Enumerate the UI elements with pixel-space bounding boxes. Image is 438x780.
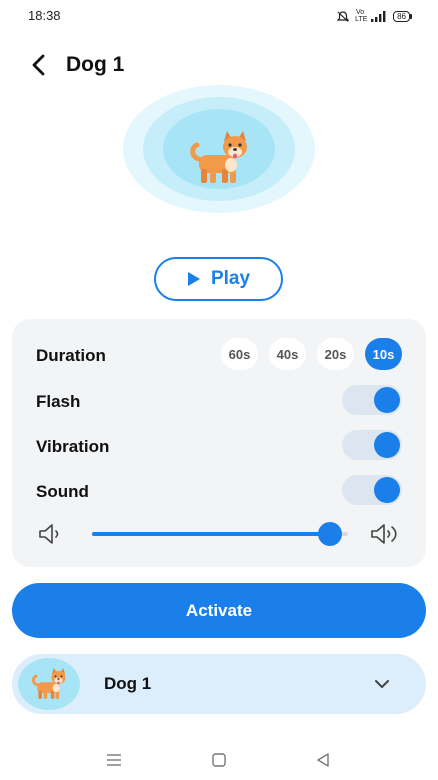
volume-slider-fill bbox=[92, 532, 331, 536]
dog-icon bbox=[190, 131, 247, 183]
network-label: Vo LTE bbox=[355, 9, 368, 23]
flash-toggle[interactable] bbox=[342, 385, 402, 415]
flash-toggle-knob bbox=[374, 387, 400, 413]
selector-avatar bbox=[18, 658, 80, 710]
vibration-toggle[interactable] bbox=[342, 430, 402, 460]
home-nav-button[interactable] bbox=[209, 750, 229, 770]
settings-card: Duration 60s 40s 20s 10s Flash Vibration… bbox=[12, 319, 426, 567]
battery-icon: 86 bbox=[393, 10, 412, 22]
play-button[interactable]: Play bbox=[154, 257, 283, 301]
duration-option-60s[interactable]: 60s bbox=[221, 338, 258, 370]
selector-label: Dog 1 bbox=[104, 674, 152, 693]
duration-options: 60s 40s 20s 10s bbox=[221, 338, 402, 370]
activate-button[interactable]: Activate bbox=[12, 583, 426, 638]
hero-illustration bbox=[123, 85, 315, 213]
system-nav-bar bbox=[0, 740, 438, 780]
volume-high-icon[interactable] bbox=[370, 523, 402, 545]
play-label: Play bbox=[210, 268, 251, 289]
sound-selector[interactable]: Dog 1 bbox=[12, 654, 426, 714]
menu-icon bbox=[107, 754, 121, 766]
menu-nav-button[interactable] bbox=[104, 750, 124, 770]
duration-option-40s[interactable]: 40s bbox=[269, 338, 306, 370]
duration-option-20s[interactable]: 20s bbox=[317, 338, 354, 370]
header: Dog 1 bbox=[0, 45, 438, 85]
signal-icon bbox=[371, 10, 386, 22]
chevron-down-icon[interactable] bbox=[374, 676, 390, 692]
sound-toggle[interactable] bbox=[342, 475, 402, 505]
back-nav-button[interactable] bbox=[313, 750, 333, 770]
vibration-label: Vibration bbox=[36, 437, 110, 456]
volume-low-icon[interactable] bbox=[38, 523, 66, 545]
sound-label: Sound bbox=[36, 482, 89, 501]
play-icon bbox=[187, 272, 200, 286]
back-triangle-icon bbox=[317, 753, 329, 767]
back-button[interactable] bbox=[22, 49, 54, 81]
home-square-icon bbox=[212, 753, 226, 767]
vibration-toggle-knob bbox=[374, 432, 400, 458]
duration-label: Duration bbox=[36, 346, 106, 365]
status-icons: Vo LTE 86 bbox=[337, 9, 412, 23]
volume-slider[interactable] bbox=[92, 522, 348, 546]
mute-icon bbox=[337, 10, 350, 22]
back-arrow-icon bbox=[32, 54, 45, 76]
flash-label: Flash bbox=[36, 392, 81, 411]
sound-toggle-knob bbox=[374, 477, 400, 503]
duration-option-10s[interactable]: 10s bbox=[365, 338, 402, 370]
volume-slider-thumb[interactable] bbox=[318, 522, 343, 546]
page-title: Dog 1 bbox=[66, 53, 125, 76]
status-time: 18:38 bbox=[28, 8, 61, 23]
dog-icon bbox=[31, 668, 66, 699]
status-bar: 18:38 Vo LTE 86 bbox=[0, 0, 438, 32]
